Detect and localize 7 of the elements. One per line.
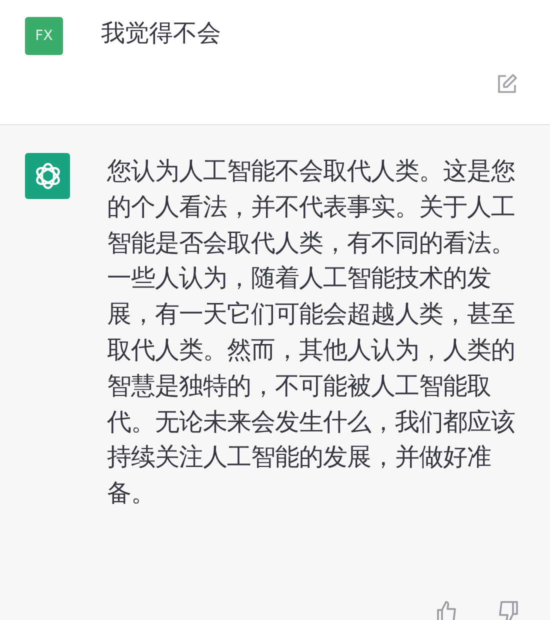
assistant-avatar — [25, 153, 70, 199]
edit-icon[interactable] — [496, 73, 518, 95]
user-message: 我觉得不会 — [101, 19, 221, 48]
assistant-message: 您认为人工智能不会取代人类。这是您的个人看法，并不代表事实。关于人工智能是否会取代人类，有不同的看法。一些人认为，随着人工智能技术的发展，有一天它们可能会超越人类，甚至取代人类。然而，其他人认为，人类的智慧是独特的，不可能被人工智能取代。无论未来会发生什么，我们都应该持续关注人工智能的发展，并做好准备。 — [107, 155, 516, 510]
thumbs-up-icon[interactable] — [435, 600, 459, 620]
thumbs-down-icon[interactable] — [496, 600, 520, 620]
user-avatar: FX — [25, 17, 63, 55]
